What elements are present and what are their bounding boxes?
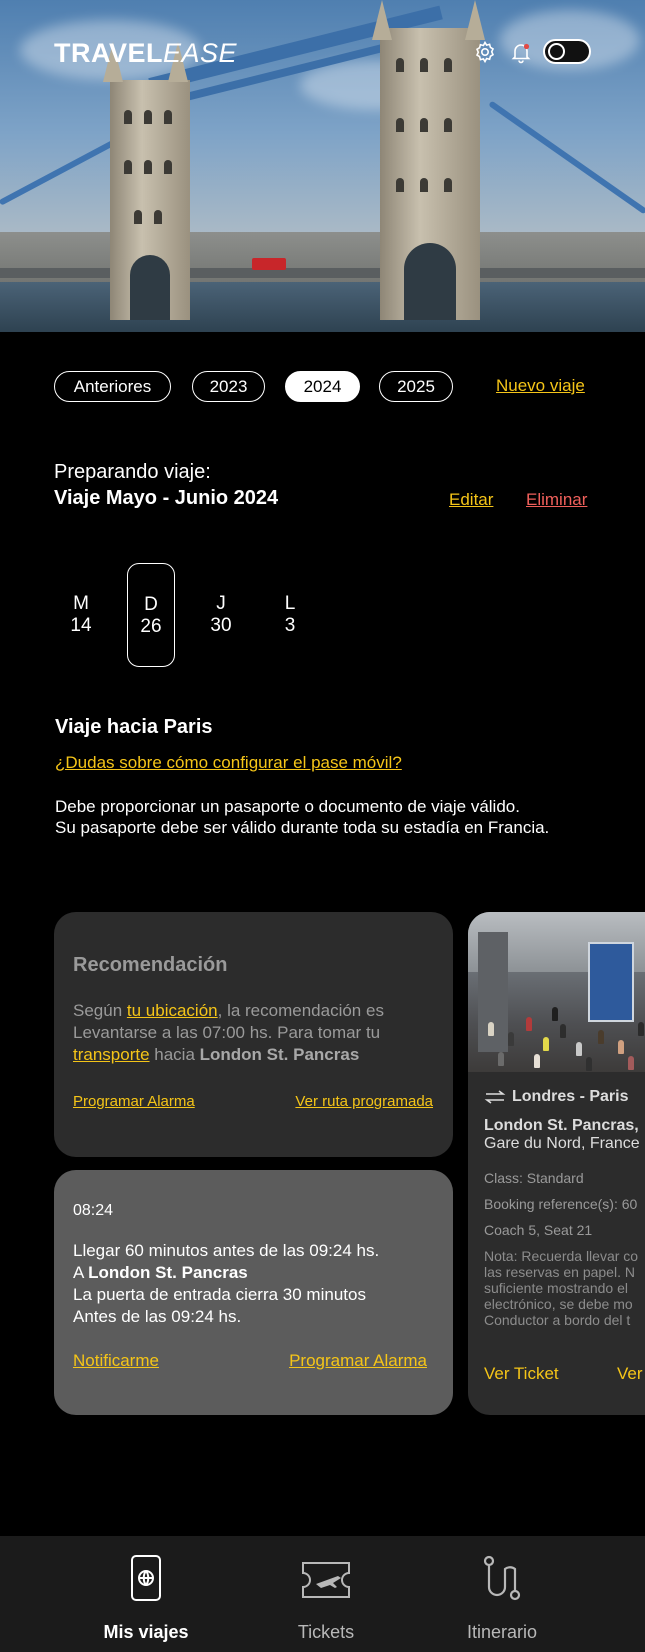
reminder-time: 08:24 <box>73 1202 114 1219</box>
logo-bold: TRAVEL <box>54 38 163 68</box>
view-ticket-link[interactable]: Ver Ticket <box>484 1364 559 1384</box>
view-more-link[interactable]: Ver <box>617 1364 643 1384</box>
location-link[interactable]: tu ubicación <box>127 1001 218 1020</box>
route-icon <box>483 1555 521 1601</box>
bridge-deck <box>0 268 645 278</box>
bridge-cable <box>488 100 645 215</box>
view-route-link[interactable]: Ver ruta programada <box>295 1093 433 1110</box>
destination-title: Viaje hacia Paris <box>55 716 213 738</box>
text-segment: hacia <box>149 1045 200 1064</box>
day-selector-item[interactable]: J 30 <box>197 563 245 667</box>
bridge-cable <box>0 139 117 206</box>
hero-image: TRAVELEASE <box>0 0 645 332</box>
trip-name: Viaje Mayo - Junio 2024 <box>54 487 279 509</box>
reminder-card: 08:24 Llegar 60 minutos antes de las 09:… <box>54 1170 453 1415</box>
reminder-line: La puerta de entrada cierra 30 minutos <box>73 1285 366 1304</box>
year-pill-2025[interactable]: 2025 <box>379 371 453 402</box>
year-pill-2024[interactable]: 2024 <box>285 371 360 402</box>
transfer-arrows-icon <box>484 1090 506 1104</box>
trip-status-label: Preparando viaje: <box>54 461 211 483</box>
recommendation-text: Según tu ubicación, la recomendación es … <box>73 1000 433 1066</box>
nav-itinerario[interactable]: Itinerario <box>422 1536 582 1652</box>
bottom-navigation: Mis viajes Tickets Itinerario <box>0 1536 645 1652</box>
day-weekday: D <box>144 594 158 615</box>
nav-label: Mis viajes <box>103 1622 189 1642</box>
nav-mis-viajes[interactable]: Mis viajes <box>66 1536 226 1652</box>
toggle-knob <box>548 43 565 60</box>
ticket-stations: London St. Pancras, Gare du Nord, France <box>484 1117 640 1153</box>
origin-station: London St. Pancras, <box>484 1117 639 1134</box>
bridge-tower-left <box>110 80 190 320</box>
day-weekday: L <box>284 593 296 614</box>
day-date: 26 <box>140 616 162 637</box>
day-weekday: M <box>73 593 89 614</box>
day-weekday: J <box>216 593 226 614</box>
nav-tickets[interactable]: Tickets <box>246 1536 406 1652</box>
ticket-card[interactable]: Londres - Paris London St. Pancras, Gare… <box>468 912 645 1415</box>
station-name: London St. Pancras <box>199 1045 360 1064</box>
recommendation-card: Recomendación Según tu ubicación, la rec… <box>54 912 453 1157</box>
notice-line: Su pasaporte debe ser válido durante tod… <box>55 818 550 837</box>
red-bus <box>252 258 286 270</box>
transport-link[interactable]: transporte <box>73 1045 150 1064</box>
year-pill-2023[interactable]: 2023 <box>192 371 265 402</box>
travel-notice: Debe proporcionar un pasaporte o documen… <box>55 796 549 838</box>
gear-icon[interactable] <box>473 40 497 64</box>
route-label: Londres - Paris <box>512 1088 629 1105</box>
recommendation-title: Recomendación <box>73 954 228 976</box>
theme-toggle[interactable] <box>543 39 591 64</box>
reminder-line: Antes de las 09:24 hs. <box>73 1307 242 1326</box>
text-segment: Según <box>73 1001 127 1020</box>
new-trip-link[interactable]: Nuevo viaje <box>496 376 585 396</box>
set-alarm-link[interactable]: Programar Alarma <box>289 1351 427 1371</box>
nav-label: Itinerario <box>466 1622 538 1642</box>
ticket-booking-ref: Booking reference(s): 60 <box>484 1196 638 1212</box>
station-name: London St. Pancras <box>88 1263 248 1282</box>
text-segment: A <box>73 1263 89 1282</box>
bell-icon[interactable] <box>509 40 533 64</box>
nav-label: Tickets <box>297 1622 355 1642</box>
day-selector-item-selected[interactable]: D 26 <box>127 563 175 667</box>
ticket-class: Class: Standard <box>484 1170 584 1186</box>
ticket-note: Nota: Recuerda llevar co las reservas en… <box>484 1248 639 1328</box>
reminder-line: Llegar 60 minutos antes de las 09:24 hs. <box>73 1241 380 1260</box>
reminder-line: A London St. Pancras <box>73 1262 433 1284</box>
day-date: 14 <box>70 615 92 636</box>
ticket-seat: Coach 5, Seat 21 <box>484 1222 593 1238</box>
day-selector-item[interactable]: L 3 <box>266 563 314 667</box>
ticket-route: Londres - Paris <box>484 1088 628 1106</box>
notice-line: Debe proporcionar un pasaporte o documen… <box>55 797 520 816</box>
day-date: 3 <box>284 615 296 636</box>
year-pill-anteriores[interactable]: Anteriores <box>54 371 171 402</box>
day-selector-item[interactable]: M 14 <box>57 563 105 667</box>
app-logo: TRAVELEASE <box>54 38 237 69</box>
ticket-icon <box>302 1562 350 1598</box>
station-photo <box>468 912 645 1072</box>
reminder-text: Llegar 60 minutos antes de las 09:24 hs.… <box>73 1240 433 1328</box>
bridge-tower-right <box>380 28 480 320</box>
logo-italic: EASE <box>163 38 238 68</box>
mobile-pass-help-link[interactable]: ¿Dudas sobre cómo configurar el pase móv… <box>55 753 402 773</box>
passport-icon <box>131 1555 161 1601</box>
river <box>0 282 645 332</box>
destination-station: Gare du Nord, France <box>484 1135 640 1152</box>
edit-trip-link[interactable]: Editar <box>449 490 493 510</box>
day-date: 30 <box>210 615 232 636</box>
notify-me-link[interactable]: Notificarme <box>73 1351 159 1371</box>
delete-trip-link[interactable]: Eliminar <box>526 490 587 510</box>
set-alarm-link[interactable]: Programar Alarma <box>73 1093 195 1110</box>
